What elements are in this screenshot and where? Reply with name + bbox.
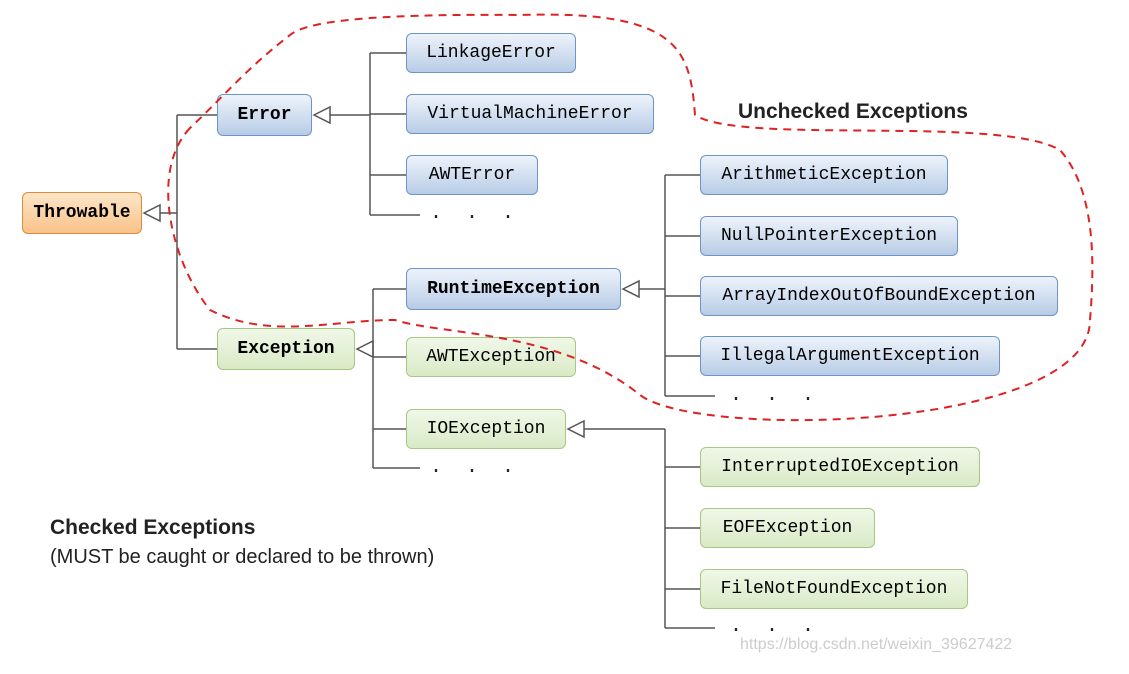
node-awt-exception: AWTException: [406, 337, 576, 377]
label-unchecked: Unchecked Exceptions: [738, 100, 968, 124]
label-checked-sub: (MUST be caught or declared to be thrown…: [50, 546, 434, 569]
node-arithmetic: ArithmeticException: [700, 155, 948, 195]
node-vm-error: VirtualMachineError: [406, 94, 654, 134]
node-linkage-error: LinkageError: [406, 33, 576, 73]
node-runtime-exception: RuntimeException: [406, 268, 621, 310]
node-throwable: Throwable: [22, 192, 142, 234]
ellipsis-exception: . . .: [430, 456, 520, 479]
watermark: https://blog.csdn.net/weixin_39627422: [740, 636, 1012, 654]
node-filenotfound: FileNotFoundException: [700, 569, 968, 609]
node-awt-error: AWTError: [406, 155, 538, 195]
node-exception: Exception: [217, 328, 355, 370]
node-error: Error: [217, 94, 312, 136]
node-illegalarg: IllegalArgumentException: [700, 336, 1000, 376]
node-io-exception: IOException: [406, 409, 566, 449]
node-interrupted-io: InterruptedIOException: [700, 447, 980, 487]
ellipsis-error: . . .: [430, 202, 520, 225]
ellipsis-runtime: . . .: [730, 384, 820, 407]
node-arrayindex: ArrayIndexOutOfBoundException: [700, 276, 1058, 316]
label-checked-title: Checked Exceptions: [50, 516, 255, 540]
node-nullpointer: NullPointerException: [700, 216, 958, 256]
ellipsis-io: . . .: [730, 615, 820, 638]
node-eof: EOFException: [700, 508, 875, 548]
